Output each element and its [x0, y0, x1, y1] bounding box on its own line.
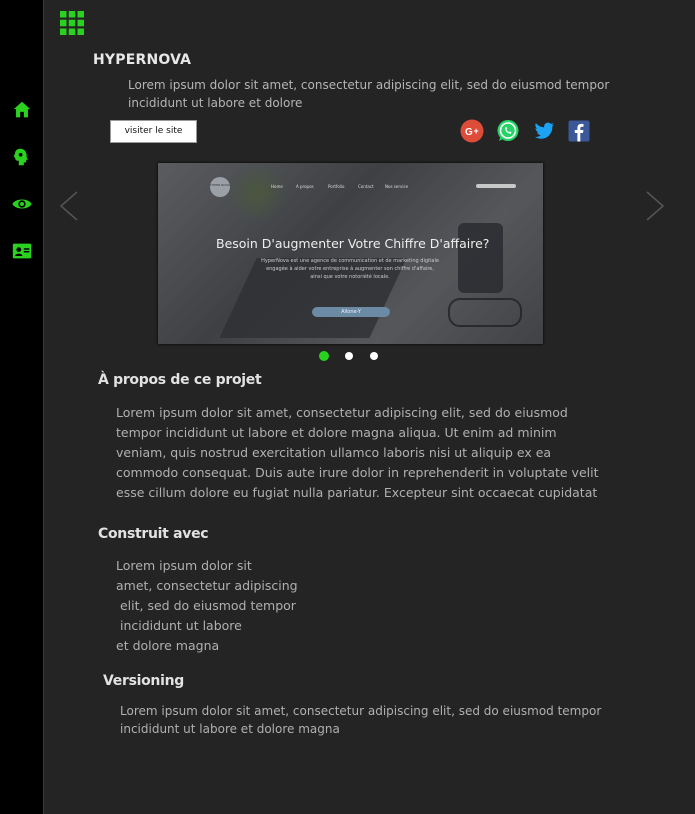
built-with-line: incididunt ut labore: [116, 618, 242, 633]
grid-menu-icon[interactable]: [60, 11, 84, 35]
plant-shape: [228, 163, 288, 223]
brain-icon[interactable]: [11, 146, 33, 168]
home-icon[interactable]: [11, 99, 33, 121]
about-heading: À propos de ce projet: [98, 372, 262, 388]
carousel-dot-3[interactable]: [370, 352, 378, 360]
slide-nav-apropos: A propos: [296, 184, 314, 189]
about-line: esse cillum dolore eu fugiat nulla paria…: [116, 485, 598, 500]
slide-sub-line-3: ainsi que votre notoriété locale.: [310, 274, 390, 280]
glasses-shape: [448, 298, 522, 327]
sidebar: [0, 0, 44, 814]
slide-logo: HYPER NOVA: [210, 177, 230, 197]
about-text: Lorem ipsum dolor sit amet, consectetur …: [116, 403, 636, 503]
built-with-heading: Construit avec: [98, 526, 209, 542]
eye-icon[interactable]: [11, 193, 33, 215]
slide-sub-line-2: engagée à aider votre entreprise à augme…: [266, 266, 434, 272]
carousel-dot-1[interactable]: [319, 351, 329, 361]
contact-card-icon[interactable]: [11, 240, 33, 262]
google-plus-icon[interactable]: G +: [460, 119, 484, 143]
svg-text:G: G: [465, 127, 473, 138]
carousel-next-arrow-icon[interactable]: [644, 190, 666, 222]
svg-text:+: +: [474, 126, 479, 136]
built-with-line: amet, consectetur adipiscing: [116, 578, 298, 593]
built-with-line: Lorem ipsum dolor sit: [116, 558, 252, 573]
facebook-icon[interactable]: [567, 119, 591, 143]
slide-nav-services: Nos service: [385, 184, 409, 189]
project-title: HYPERNOVA: [93, 52, 192, 68]
carousel-dot-2[interactable]: [345, 352, 353, 360]
twitter-icon[interactable]: [532, 119, 556, 143]
built-with-line: elit, sed do eiusmod tempor: [116, 598, 296, 613]
versioning-heading: Versioning: [103, 673, 184, 689]
slide-cta-button: Allone-Y: [312, 307, 390, 317]
project-intro: Lorem ipsum dolor sit amet, consectetur …: [128, 78, 610, 110]
whatsapp-icon[interactable]: [496, 119, 520, 143]
slide-heading: Besoin D'augmenter Votre Chiffre D'affai…: [216, 236, 490, 251]
carousel-prev-arrow-icon[interactable]: [58, 190, 80, 222]
about-line: veniam, quis nostrud exercitation ullamc…: [116, 445, 552, 460]
slide-nav-portfolio: Portfolio: [328, 184, 345, 189]
slide-sub-line-1: HyperNova est une agence de communicatio…: [261, 258, 439, 264]
about-line: Lorem ipsum dolor sit amet, consectetur …: [116, 405, 568, 420]
about-line: tempor incididunt ut labore et dolore ma…: [116, 425, 557, 440]
carousel-slide-image: HYPER NOVA Home A propos Portfolio Conta…: [158, 163, 543, 344]
slide-nav-home: Home: [271, 184, 283, 189]
about-line: commodo consequat. Duis aute irure dolor…: [116, 465, 599, 480]
pen-holder-shape: [458, 223, 503, 293]
slide-search-bar: [476, 184, 516, 188]
slide-nav-contact: Contact: [358, 184, 374, 189]
visit-site-button[interactable]: visiter le site: [110, 120, 197, 143]
versioning-text: Lorem ipsum dolor sit amet, consectetur …: [120, 704, 602, 736]
built-with-line: et dolore magna: [116, 638, 220, 653]
built-with-text: Lorem ipsum dolor sit amet, consectetur …: [116, 556, 636, 656]
